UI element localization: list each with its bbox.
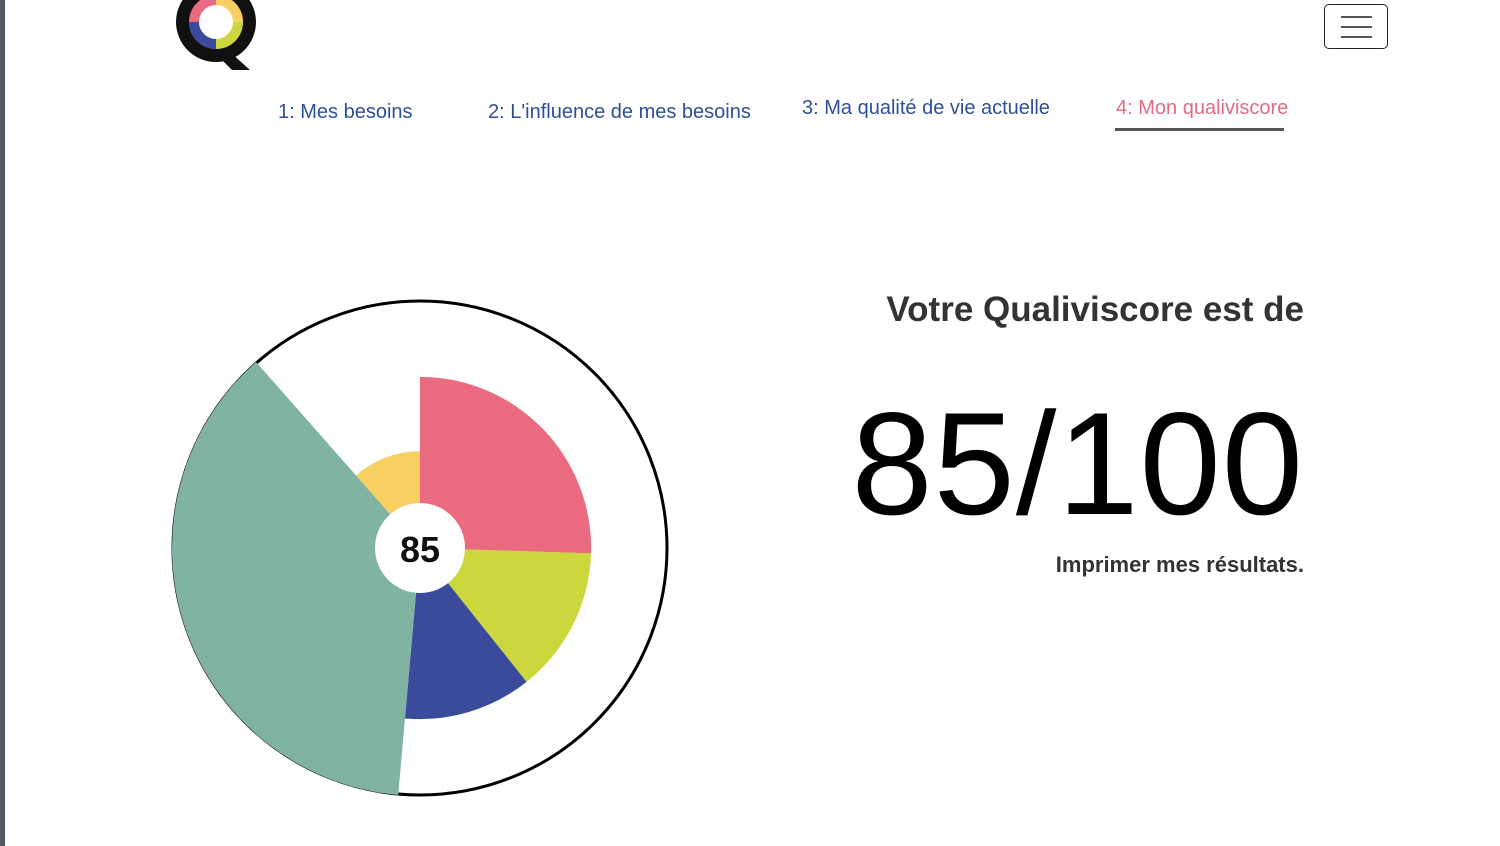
- hamburger-menu-icon: [1341, 26, 1372, 28]
- active-tab-underline: [1115, 128, 1284, 131]
- nav-step-2-influence[interactable]: 2: L'influence de mes besoins: [488, 101, 751, 124]
- chart-center-label: 85: [400, 529, 440, 570]
- nav-step-3-qualite-de-vie[interactable]: 3: Ma qualité de vie actuelle: [802, 97, 1050, 120]
- score-value: 85/100: [851, 382, 1304, 545]
- hamburger-menu-icon: [1341, 16, 1372, 18]
- hamburger-menu-icon: [1341, 36, 1372, 38]
- hamburger-menu-button[interactable]: [1324, 4, 1388, 49]
- nav-step-4-qualiviscore[interactable]: 4: Mon qualiviscore: [1116, 97, 1288, 120]
- score-heading: Votre Qualiviscore est de: [886, 290, 1304, 329]
- qualiviscore-chart: 85: [171, 299, 669, 797]
- page: 1: Mes besoins 2: L'influence de mes bes…: [0, 0, 1500, 846]
- window-edge: [0, 0, 5, 846]
- nav-step-1-mes-besoins[interactable]: 1: Mes besoins: [278, 101, 413, 124]
- qualiviscore-logo-icon[interactable]: [172, 0, 262, 70]
- print-results-link[interactable]: Imprimer mes résultats.: [1056, 552, 1304, 578]
